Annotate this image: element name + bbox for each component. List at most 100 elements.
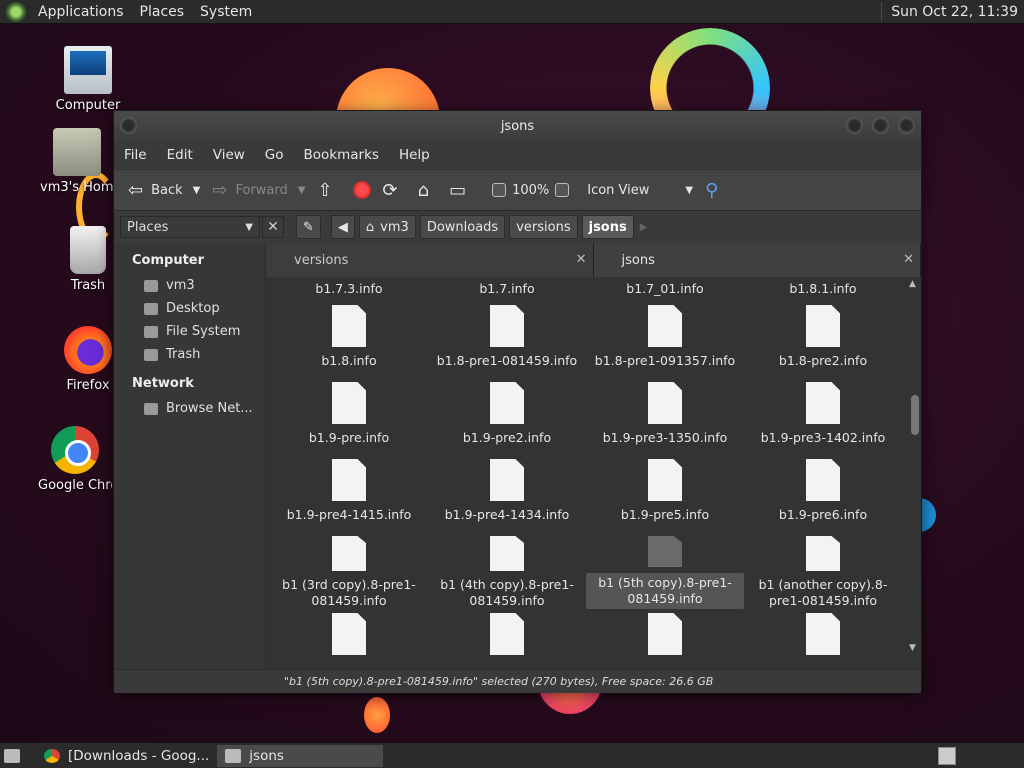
task-chrome[interactable]: [Downloads - Goog... bbox=[36, 745, 217, 767]
menu-go[interactable]: Go bbox=[255, 147, 294, 163]
zoom-in-icon[interactable] bbox=[555, 183, 570, 197]
reload-button[interactable]: ⟳ bbox=[377, 175, 412, 205]
toggle-location-button[interactable]: ✎ bbox=[296, 215, 321, 239]
file-item[interactable] bbox=[428, 609, 586, 669]
breadcrumb-downloads[interactable]: Downloads bbox=[419, 215, 506, 239]
sidebar-item-trash[interactable]: Trash bbox=[132, 343, 265, 366]
home-button[interactable]: ⌂ bbox=[412, 175, 443, 205]
sidebar-pane-select[interactable]: Places ▼ bbox=[120, 216, 260, 238]
file-item[interactable] bbox=[586, 609, 744, 669]
file-item[interactable]: b1.9-pre.info bbox=[270, 378, 428, 455]
sidebar-item-label: Browse Net... bbox=[166, 401, 253, 416]
back-button[interactable]: ⇦ Back ▼ bbox=[122, 175, 206, 205]
maximize-button[interactable] bbox=[872, 117, 889, 134]
back-label: Back bbox=[151, 182, 183, 198]
home-folder-icon bbox=[144, 279, 158, 292]
zoom-level: 100% bbox=[512, 182, 550, 198]
desktop-icon-computer[interactable]: Computer bbox=[40, 46, 136, 113]
up-button[interactable]: ⇧ bbox=[311, 175, 346, 205]
file-item[interactable]: b1.9-pre5.info bbox=[586, 455, 744, 532]
close-icon[interactable]: ✕ bbox=[903, 252, 914, 267]
file-item[interactable]: b1.9-pre3-1402.info bbox=[744, 378, 902, 455]
file-item[interactable]: b1.8-pre2.info bbox=[744, 301, 902, 378]
file-item[interactable]: b1.9-pre6.info bbox=[744, 455, 902, 532]
tab-versions[interactable]: versions ✕ bbox=[266, 243, 594, 277]
file-item[interactable]: b1.8-pre1-091357.info bbox=[586, 301, 744, 378]
file-label: b1 (3rd copy).8-pre1-081459.info bbox=[282, 577, 416, 608]
menu-view[interactable]: View bbox=[203, 147, 255, 163]
file-item[interactable]: b1.9-pre3-1350.info bbox=[586, 378, 744, 455]
file-item[interactable]: b1.9-pre2.info bbox=[428, 378, 586, 455]
window-titlebar[interactable]: jsons bbox=[114, 111, 921, 141]
file-item[interactable]: b1.9-pre4-1434.info bbox=[428, 455, 586, 532]
scrollbar-thumb[interactable] bbox=[911, 395, 919, 435]
text-file-icon bbox=[806, 613, 840, 655]
file-item[interactable]: b1 (5th copy).8-pre1-081459.info bbox=[586, 532, 744, 609]
task-jsons[interactable]: jsons bbox=[217, 744, 384, 767]
menu-bookmarks[interactable]: Bookmarks bbox=[294, 147, 389, 163]
text-file-icon bbox=[806, 459, 840, 501]
file-label[interactable]: b1.7_01.info bbox=[586, 281, 744, 301]
system-menu[interactable]: System bbox=[192, 4, 260, 20]
file-item[interactable] bbox=[270, 609, 428, 669]
file-item[interactable]: b1 (3rd copy).8-pre1-081459.info bbox=[270, 532, 428, 609]
scroll-down-icon[interactable]: ▼ bbox=[909, 643, 916, 653]
view-mode-select[interactable]: Icon View ▼ bbox=[581, 175, 699, 205]
close-button[interactable] bbox=[898, 117, 915, 134]
chevron-down-icon[interactable]: ▼ bbox=[193, 185, 201, 196]
text-file-icon bbox=[806, 305, 840, 347]
places-menu[interactable]: Places bbox=[132, 4, 193, 20]
firefox-icon bbox=[64, 326, 112, 374]
desktop-folder-icon bbox=[144, 302, 158, 315]
close-sidebar-button[interactable]: ✕ bbox=[262, 216, 284, 238]
file-item[interactable]: b1.8-pre1-081459.info bbox=[428, 301, 586, 378]
breadcrumb-vm3[interactable]: ⌂ vm3 bbox=[358, 215, 416, 239]
window-menu-button[interactable] bbox=[120, 117, 137, 134]
file-label: b1.9-pre2.info bbox=[462, 430, 552, 445]
sidebar-item-file-system[interactable]: File System bbox=[132, 320, 265, 343]
breadcrumb-scroll-left[interactable]: ◀ bbox=[330, 215, 355, 239]
file-item[interactable]: b1.8.info bbox=[270, 301, 428, 378]
tab-jsons[interactable]: jsons ✕ bbox=[593, 243, 921, 277]
applications-menu[interactable]: Applications bbox=[30, 4, 132, 20]
search-button[interactable]: ⚲ bbox=[699, 175, 732, 205]
top-panel: Applications Places System Sun Oct 22, 1… bbox=[0, 0, 1024, 24]
file-item[interactable]: b1 (another copy).8-pre1-081459.info bbox=[744, 532, 902, 609]
chevron-down-icon[interactable]: ▼ bbox=[298, 185, 306, 196]
window-title: jsons bbox=[500, 118, 535, 134]
stop-button[interactable] bbox=[347, 175, 377, 205]
file-item[interactable]: b1.9-pre4-1415.info bbox=[270, 455, 428, 532]
desktop-icon-chrome[interactable]: Google Chrome bbox=[38, 426, 112, 493]
scroll-up-icon[interactable]: ▲ bbox=[909, 279, 916, 289]
breadcrumb-jsons[interactable]: jsons bbox=[581, 215, 634, 239]
workspace-switcher[interactable] bbox=[938, 746, 956, 765]
clock[interactable]: Sun Oct 22, 11:39 bbox=[883, 4, 1024, 20]
file-item[interactable] bbox=[744, 609, 902, 669]
sidebar-item-browse-network[interactable]: Browse Net... bbox=[132, 397, 265, 420]
file-label[interactable]: b1.8.1.info bbox=[744, 281, 902, 301]
text-file-icon bbox=[332, 613, 366, 655]
minimize-button[interactable] bbox=[846, 117, 863, 134]
menu-help[interactable]: Help bbox=[389, 147, 440, 163]
file-view: versions ✕ jsons ✕ b1.7.3.info b1.7.info… bbox=[266, 243, 921, 669]
sidebar-item-vm3[interactable]: vm3 bbox=[132, 274, 265, 297]
chevron-right-icon[interactable]: ▶ bbox=[640, 222, 648, 233]
breadcrumb-versions[interactable]: versions bbox=[509, 215, 578, 239]
sidebar-item-desktop[interactable]: Desktop bbox=[132, 297, 265, 320]
stop-icon bbox=[352, 181, 371, 199]
close-icon[interactable]: ✕ bbox=[576, 252, 587, 267]
file-label[interactable]: b1.7.3.info bbox=[270, 281, 428, 301]
desktop-icon-home[interactable]: vm3's Home bbox=[40, 128, 114, 195]
zoom-out-icon[interactable] bbox=[492, 183, 507, 197]
menu-file[interactable]: File bbox=[114, 147, 157, 163]
show-desktop-button[interactable] bbox=[0, 745, 36, 767]
file-item[interactable]: b1 (4th copy).8-pre1-081459.info bbox=[428, 532, 586, 609]
forward-button[interactable]: ⇨ Forward ▼ bbox=[206, 175, 311, 205]
vertical-scrollbar[interactable]: ▲ ▼ bbox=[909, 279, 919, 653]
menu-edit[interactable]: Edit bbox=[157, 147, 203, 163]
file-label[interactable]: b1.7.info bbox=[428, 281, 586, 301]
distro-logo-icon[interactable] bbox=[6, 1, 26, 22]
file-label: b1.8-pre1-081459.info bbox=[436, 353, 578, 368]
text-file-icon bbox=[806, 382, 840, 424]
computer-button[interactable]: ▭ bbox=[443, 175, 480, 205]
